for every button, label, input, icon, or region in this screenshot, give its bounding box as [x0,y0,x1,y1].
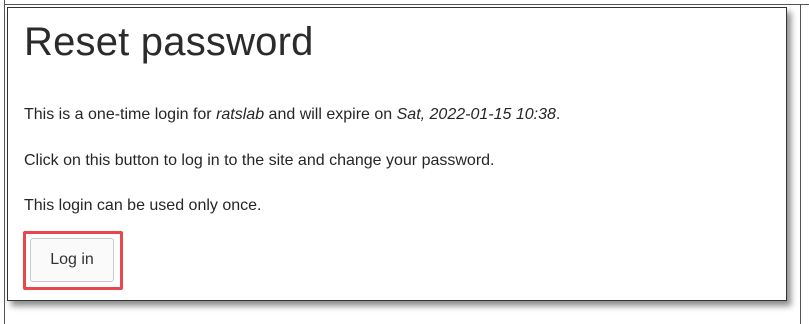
username: ratslab [216,106,265,123]
message-suffix: . [555,106,561,123]
frame-left-edge [4,0,5,324]
page-title: Reset password [24,20,314,64]
instruction-message: Click on this button to log in to the si… [24,152,495,169]
login-button[interactable]: Log in [30,238,114,282]
message-middle: and will expire on [264,106,397,123]
reset-password-panel: Reset password This is a one-time login … [7,7,787,301]
single-use-notice: This login can be used only once. [24,197,262,214]
frame-right-edge [800,4,801,324]
frame-top-edge [4,4,809,5]
one-time-login-message: This is a one-time login for ratslab and… [24,106,560,124]
message-prefix: This is a one-time login for [24,106,217,123]
expiry-datetime: Sat, 2022-01-15 10:38 [396,106,556,123]
